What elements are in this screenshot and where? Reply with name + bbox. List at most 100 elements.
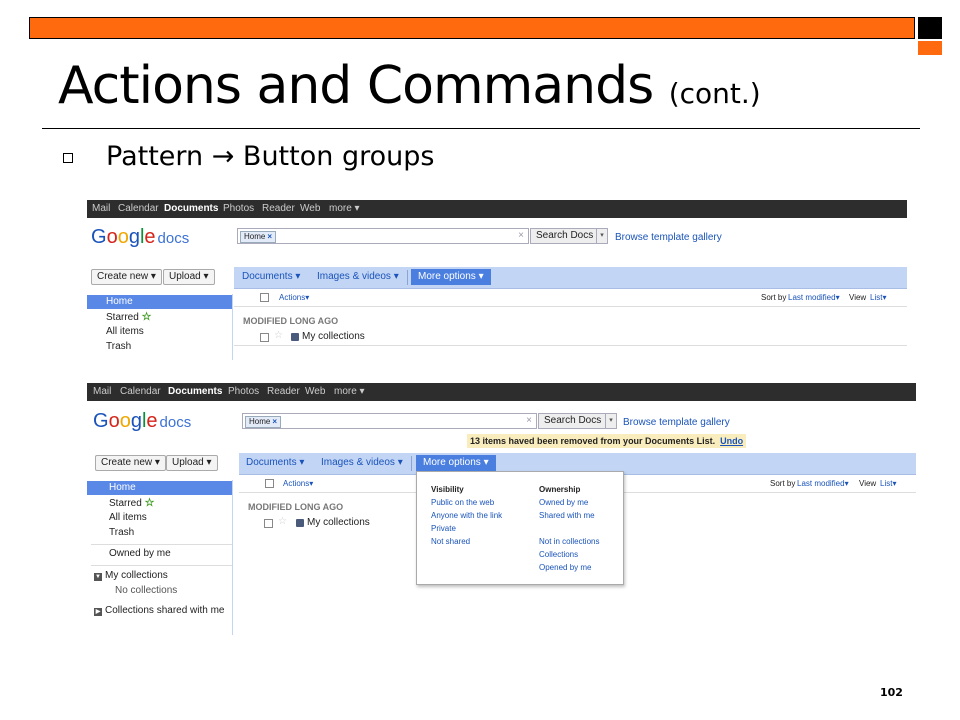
browse-template-link[interactable]: Browse template gallery (615, 232, 722, 243)
upload-button[interactable]: Upload ▾ (163, 269, 215, 285)
actions-menu[interactable]: Actions▾ (283, 479, 313, 488)
slide-title-suffix: (cont.) (668, 77, 761, 110)
nav-trash[interactable]: Trash (87, 340, 232, 354)
select-all-checkbox[interactable] (265, 479, 274, 488)
gbar-documents[interactable]: Documents (168, 386, 222, 397)
gbar-documents[interactable]: Documents (164, 203, 218, 214)
view-list-link[interactable]: List▾ (880, 479, 896, 488)
gbar-mail[interactable]: Mail (92, 203, 110, 214)
nav-my-collections[interactable]: ▼ My collections (87, 569, 232, 583)
gbar-web[interactable]: Web (305, 386, 325, 397)
menu-public-on-web[interactable]: Public on the web (431, 498, 494, 507)
more-options-dropdown: Visibility Public on the web Anyone with… (416, 471, 624, 585)
google-docs-logo[interactable]: Google docs (91, 226, 189, 249)
menu-opened-by-me[interactable]: Opened by me (539, 563, 591, 572)
more-options-button[interactable]: More options ▾ (416, 455, 496, 471)
visibility-header: Visibility (431, 485, 464, 494)
star-icon: ☆ (141, 311, 152, 323)
select-all-checkbox[interactable] (260, 293, 269, 302)
sidebar-divider (91, 544, 232, 545)
images-videos-button[interactable]: Images & videos ▾ (321, 457, 403, 468)
gbar-web[interactable]: Web (300, 203, 320, 214)
search-chip-label: Home (249, 417, 271, 426)
gbar-calendar[interactable]: Calendar (120, 386, 161, 397)
nav-starred[interactable]: Starred ☆ (87, 496, 232, 510)
nav-owned-label: Owned by me (109, 548, 171, 559)
item-star-icon[interactable]: ☆ (274, 330, 283, 341)
nav-all-items[interactable]: All items (87, 511, 232, 525)
menu-shared-with-me[interactable]: Shared with me (539, 511, 595, 520)
nav-home-label: Home (109, 482, 136, 493)
undo-link[interactable]: Undo (720, 436, 743, 446)
nav-starred-label: Starred (106, 312, 139, 323)
search-options-dropdown-icon[interactable]: ▾ (605, 413, 617, 429)
search-docs-button[interactable]: Search Docs (538, 413, 608, 429)
menu-not-in-collections[interactable]: Not in collections (539, 537, 599, 546)
search-input[interactable]: Home × × (242, 413, 537, 429)
menu-not-shared[interactable]: Not shared (431, 537, 470, 546)
list-item-my-collections[interactable]: My collections (302, 331, 365, 342)
list-divider (234, 306, 907, 307)
nav-all-items[interactable]: All items (87, 325, 232, 339)
chip-close-icon[interactable]: × (267, 232, 272, 241)
item-checkbox[interactable] (264, 519, 273, 528)
nav-starred[interactable]: Starred ☆ (87, 310, 232, 324)
screenshot-before: Mail Calendar Documents Photos Reader We… (87, 200, 907, 360)
search-docs-button[interactable]: Search Docs (530, 228, 600, 244)
notice-text: 13 items haved been removed from your Do… (470, 436, 716, 446)
images-videos-button[interactable]: Images & videos ▾ (317, 271, 399, 282)
collapse-triangle-icon[interactable]: ▼ (94, 573, 102, 581)
gbar-reader[interactable]: Reader (267, 386, 300, 397)
gbar-mail[interactable]: Mail (93, 386, 111, 397)
gbar-calendar[interactable]: Calendar (118, 203, 159, 214)
expand-triangle-icon[interactable]: ▶ (94, 608, 102, 616)
menu-private[interactable]: Private (431, 524, 456, 533)
search-chip-home[interactable]: Home × (240, 231, 277, 243)
menu-owned-by-me[interactable]: Owned by me (539, 498, 588, 507)
menu-collections[interactable]: Collections (539, 550, 578, 559)
upload-button[interactable]: Upload ▾ (166, 455, 218, 471)
slide-title-text: Actions and Commands (58, 56, 654, 116)
documents-button[interactable]: Documents ▾ (242, 271, 300, 282)
nav-owned-by-me[interactable]: Owned by me (87, 547, 232, 561)
google-docs-logo[interactable]: Google docs (93, 410, 191, 433)
browse-template-link[interactable]: Browse template gallery (623, 417, 730, 428)
nav-trash[interactable]: Trash (87, 526, 232, 540)
view-label: View (849, 293, 867, 302)
title-divider (42, 128, 920, 129)
nav-home[interactable]: Home (87, 295, 232, 309)
chip-close-icon[interactable]: × (272, 417, 277, 426)
gbar-photos[interactable]: Photos (223, 203, 254, 214)
google-bar: Mail Calendar Documents Photos Reader We… (87, 383, 916, 401)
section-heading: MODIFIED LONG AGO (243, 316, 339, 326)
sort-last-modified-link[interactable]: Last modified▾ (788, 293, 840, 302)
clear-search-icon[interactable]: × (526, 415, 532, 426)
sidebar: Home Starred ☆ All items Trash (87, 294, 233, 360)
star-icon: ☆ (144, 497, 155, 509)
gbar-more[interactable]: more ▾ (329, 203, 360, 214)
nav-collections-shared[interactable]: ▶ Collections shared with me (87, 604, 232, 618)
nav-trash-label: Trash (109, 527, 135, 538)
view-list-link[interactable]: List▾ (870, 293, 886, 302)
list-item-my-collections[interactable]: My collections (307, 517, 370, 528)
more-options-button[interactable]: More options ▾ (411, 269, 491, 285)
nav-home[interactable]: Home (87, 481, 232, 495)
nav-all-items-label: All items (109, 512, 147, 523)
item-checkbox[interactable] (260, 333, 269, 342)
logo-product: docs (159, 414, 192, 431)
menu-anyone-with-link[interactable]: Anyone with the link (431, 511, 502, 520)
actions-menu[interactable]: Actions▾ (279, 293, 309, 302)
create-new-button[interactable]: Create new ▾ (95, 455, 166, 471)
clear-search-icon[interactable]: × (518, 230, 524, 241)
search-options-dropdown-icon[interactable]: ▾ (596, 228, 608, 244)
search-chip-home[interactable]: Home × (245, 416, 282, 428)
search-input[interactable]: Home × × (237, 228, 529, 244)
documents-button[interactable]: Documents ▾ (246, 457, 304, 468)
create-new-button[interactable]: Create new ▾ (91, 269, 162, 285)
item-star-icon[interactable]: ☆ (278, 516, 287, 527)
gbar-more[interactable]: more ▾ (334, 386, 365, 397)
sort-last-modified-link[interactable]: Last modified▾ (797, 479, 849, 488)
gbar-photos[interactable]: Photos (228, 386, 259, 397)
gbar-reader[interactable]: Reader (262, 203, 295, 214)
screenshot-after: Mail Calendar Documents Photos Reader We… (87, 383, 916, 635)
